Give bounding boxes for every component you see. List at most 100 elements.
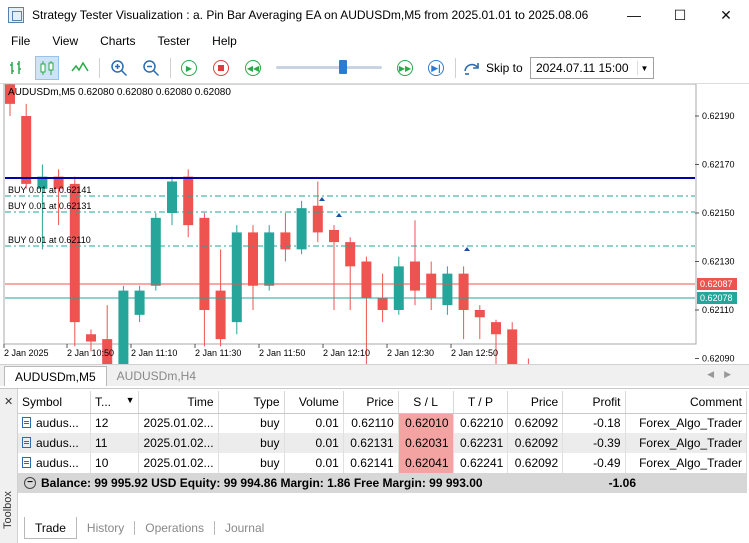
table-row[interactable]: audus... 12 2025.01.02... buy 0.01 0.621… bbox=[18, 413, 748, 433]
speed-up-icon[interactable]: ▶▶ bbox=[393, 56, 417, 80]
cell-time: 2025.01.02... bbox=[138, 453, 219, 473]
skip-to-end-icon[interactable]: ▶| bbox=[424, 56, 448, 80]
zoom-out-icon[interactable] bbox=[139, 56, 163, 80]
col-volume[interactable]: Volume bbox=[284, 391, 344, 414]
speed-slider[interactable] bbox=[276, 66, 382, 69]
col-ticket[interactable]: T... ▼ bbox=[90, 391, 140, 414]
speed-slider-thumb[interactable] bbox=[339, 60, 347, 74]
x-tick-label: 2 Jan 12:50 bbox=[451, 348, 498, 358]
play-icon[interactable]: ▶ bbox=[177, 56, 201, 80]
candlestick-icon[interactable] bbox=[35, 56, 59, 80]
y-tick-label: 0.62150 bbox=[702, 208, 735, 218]
cell-sl[interactable]: 0.62010 bbox=[398, 413, 454, 433]
col-price[interactable]: Price bbox=[343, 391, 399, 414]
toolbox-sidebar: ✕ Toolbox bbox=[0, 389, 18, 543]
col-profit[interactable]: Profit bbox=[562, 391, 626, 414]
chart-tab-scroll-arrows[interactable]: ◀▶ bbox=[707, 369, 741, 380]
chart-symbol-info: AUDUSDm,M5 0.62080 0.62080 0.62080 0.620… bbox=[8, 87, 231, 98]
col-comment[interactable]: Comment bbox=[625, 391, 748, 414]
cell-type: buy bbox=[218, 433, 285, 453]
cell-type: buy bbox=[218, 453, 285, 473]
y-tick-label: 0.62170 bbox=[702, 160, 735, 170]
tab-chart-m5[interactable]: AUDUSDm,M5 bbox=[4, 366, 107, 386]
col-tp[interactable]: T / P bbox=[453, 391, 509, 414]
order-icon bbox=[22, 417, 31, 429]
cell-current-price: 0.62092 bbox=[507, 453, 564, 473]
app-icon bbox=[8, 7, 24, 23]
cell-tp[interactable]: 0.62231 bbox=[453, 433, 509, 453]
order-label: BUY 0.01 at 0.62141 bbox=[8, 185, 91, 195]
cell-profit: -0.49 bbox=[562, 453, 626, 473]
maximize-button[interactable]: ☐ bbox=[657, 0, 703, 30]
close-toolbox-icon[interactable]: ✕ bbox=[4, 395, 13, 408]
x-tick-label: 2 Jan 2025 bbox=[4, 348, 49, 358]
order-label: BUY 0.01 at 0.62131 bbox=[8, 201, 91, 211]
candle-body bbox=[183, 176, 194, 226]
cell-volume: 0.01 bbox=[284, 453, 344, 473]
candle-body bbox=[134, 290, 145, 315]
cell-ticket: 11 bbox=[90, 433, 140, 453]
sort-down-icon: ▼ bbox=[125, 394, 135, 405]
cell-sl[interactable]: 0.62031 bbox=[398, 433, 454, 453]
menu-tester[interactable]: Tester bbox=[146, 34, 201, 48]
window-title: Strategy Tester Visualization : a. Pin B… bbox=[32, 8, 589, 22]
col-sl[interactable]: S / L bbox=[398, 391, 454, 414]
candle-body bbox=[426, 273, 437, 298]
candle-body bbox=[280, 232, 291, 250]
skip-to-label: Skip to bbox=[486, 61, 523, 75]
tab-history[interactable]: History bbox=[77, 521, 136, 535]
candle-body bbox=[199, 217, 210, 310]
slow-down-icon[interactable]: ◀◀ bbox=[241, 56, 265, 80]
cell-current-price: 0.62092 bbox=[507, 433, 564, 453]
chart-canvas: BUY 0.01 at 0.62141 BUY 0.01 at 0.62131 BU… bbox=[3, 84, 737, 364]
cell-symbol: audus... bbox=[36, 436, 79, 450]
col-time[interactable]: Time bbox=[138, 391, 219, 414]
candle-body bbox=[507, 329, 518, 364]
close-button[interactable]: ✕ bbox=[703, 0, 749, 30]
zoom-in-icon[interactable] bbox=[107, 56, 131, 80]
candle-body bbox=[296, 208, 307, 250]
table-row[interactable]: audus... 10 2025.01.02... buy 0.01 0.621… bbox=[18, 453, 748, 473]
y-tick-label: 0.62110 bbox=[702, 305, 734, 315]
skip-to-date-field[interactable]: 2024.07.11 15:00 ▼ bbox=[530, 57, 654, 79]
cell-sl[interactable]: 0.62041 bbox=[398, 453, 454, 473]
menu-charts[interactable]: Charts bbox=[89, 34, 146, 48]
candle-body bbox=[458, 273, 469, 310]
bar-chart-icon[interactable] bbox=[5, 56, 29, 80]
minimize-button[interactable]: — bbox=[611, 0, 657, 30]
cell-ticket: 10 bbox=[90, 453, 140, 473]
col-type[interactable]: Type bbox=[218, 391, 285, 414]
tab-operations[interactable]: Operations bbox=[135, 521, 215, 535]
candle-body bbox=[118, 290, 129, 364]
cell-tp[interactable]: 0.62241 bbox=[453, 453, 509, 473]
tab-chart-h4[interactable]: AUDUSDm,H4 bbox=[107, 366, 206, 386]
calendar-dropdown-icon[interactable]: ▼ bbox=[637, 61, 651, 75]
balance-text: Balance: 99 995.92 USD Equity: 99 994.86… bbox=[41, 476, 483, 490]
collapse-icon[interactable]: − bbox=[24, 477, 36, 489]
orders-header-row: Symbol T... ▼ Time Type Volume Price S /… bbox=[18, 391, 748, 414]
tab-trade[interactable]: Trade bbox=[24, 517, 77, 539]
menu-view[interactable]: View bbox=[41, 34, 89, 48]
y-tick-label: 0.62130 bbox=[702, 257, 735, 267]
order-icon bbox=[22, 437, 31, 448]
x-tick-label: 2 Jan 12:10 bbox=[323, 348, 370, 358]
col-current-price[interactable]: Price bbox=[507, 391, 564, 414]
cell-profit: -0.18 bbox=[562, 413, 626, 433]
price-chart[interactable]: BUY 0.01 at 0.62141 BUY 0.01 at 0.62131 BU… bbox=[0, 84, 749, 364]
col-symbol[interactable]: Symbol bbox=[18, 391, 92, 414]
line-chart-icon[interactable] bbox=[68, 56, 92, 80]
cell-price: 0.62141 bbox=[343, 453, 399, 473]
candle-body bbox=[442, 273, 453, 306]
menu-file[interactable]: File bbox=[0, 34, 41, 48]
candle-body bbox=[329, 229, 339, 243]
skip-to-icon[interactable] bbox=[462, 58, 482, 78]
candle-body bbox=[21, 116, 32, 184]
menu-help[interactable]: Help bbox=[201, 34, 248, 48]
balance-summary-row: − Balance: 99 995.92 USD Equity: 99 994.… bbox=[18, 473, 747, 493]
candle-body bbox=[312, 205, 323, 233]
stop-icon[interactable] bbox=[209, 56, 233, 80]
tab-journal[interactable]: Journal bbox=[215, 521, 274, 535]
candle-body bbox=[491, 322, 501, 335]
cell-tp[interactable]: 0.62210 bbox=[453, 413, 509, 433]
table-row[interactable]: audus... 11 2025.01.02... buy 0.01 0.621… bbox=[18, 433, 748, 453]
